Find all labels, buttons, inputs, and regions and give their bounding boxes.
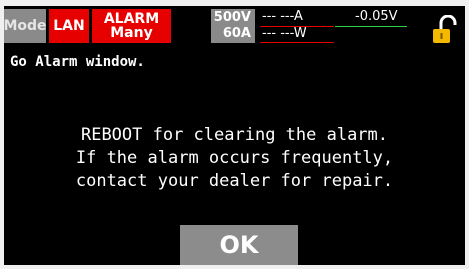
ok-button[interactable]: OK [180,225,298,265]
alarm-message: REBOOT for clearing the alarm. If the al… [4,124,465,193]
current-reading: --- ---A [262,9,303,24]
power-reading: --- ---W [262,26,307,41]
voltage-rating: 500V [213,10,251,25]
message-line-2: If the alarm occurs frequently, [75,148,394,168]
power-underline [260,42,334,43]
message-line-1: REBOOT for clearing the alarm. [80,125,389,145]
voltage-reading: -0.05V [355,9,398,24]
lan-status-badge: LAN [49,9,89,43]
alarm-window-header: Go Alarm window. [10,54,145,70]
alarm-status-badge[interactable]: ALARM Many [92,9,171,43]
alarm-label: ALARM [103,11,160,27]
rating-box: 500V 60A [211,9,255,43]
current-rating: 60A [222,26,251,41]
mode-button[interactable]: Mode [4,9,47,43]
alarm-count-label: Many [110,25,153,41]
device-screen: Mode LAN ALARM Many 500V 60A --- ---A -0… [4,6,465,265]
voltage-underline [335,26,407,27]
unlocked-padlock-icon[interactable] [431,15,461,45]
message-line-3: contact your dealer for repair. [75,171,394,191]
